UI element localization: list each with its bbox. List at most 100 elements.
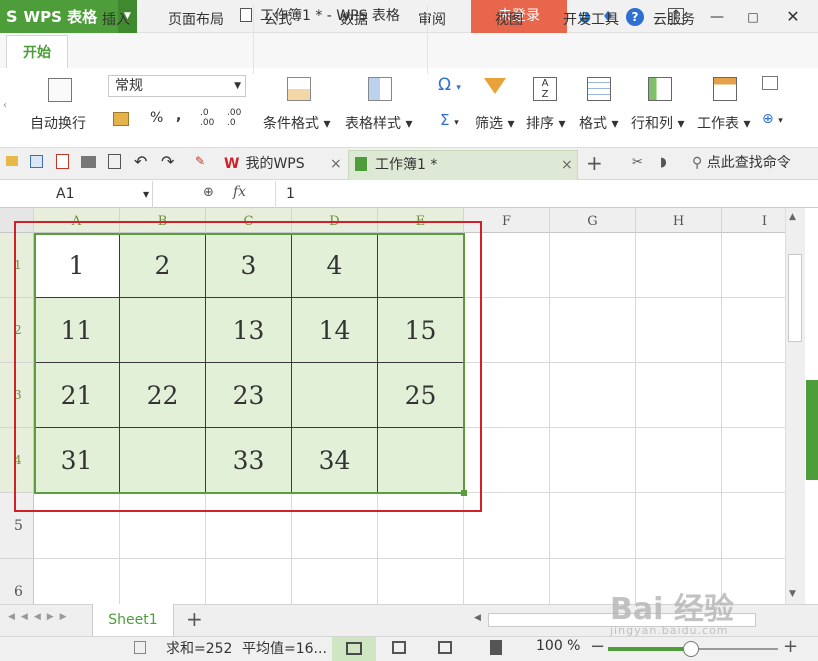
- print-icon[interactable]: [81, 156, 96, 168]
- sheet-tab[interactable]: Sheet1: [92, 604, 174, 636]
- ribbon-scroll-left-icon[interactable]: ‹: [3, 100, 7, 111]
- tab-formulas[interactable]: 公式: [258, 0, 298, 35]
- tab-developer[interactable]: 开发工具: [555, 0, 627, 35]
- empty-cell[interactable]: [722, 363, 785, 428]
- empty-cell[interactable]: [636, 363, 722, 428]
- filter-icon: [484, 78, 506, 94]
- empty-cell[interactable]: [550, 363, 636, 428]
- empty-cell[interactable]: [120, 559, 206, 604]
- column-header[interactable]: I: [722, 208, 785, 233]
- wrap-text-button[interactable]: 自动换行: [30, 113, 86, 133]
- zoom-search-icon[interactable]: ⊕: [203, 185, 214, 200]
- zoom-out-icon[interactable]: −: [590, 636, 605, 657]
- empty-cell[interactable]: [550, 298, 636, 363]
- formula-input[interactable]: 1: [275, 181, 815, 208]
- help-icon[interactable]: ?: [626, 8, 644, 26]
- conditional-format-button[interactable]: 条件格式 ▾: [263, 113, 330, 133]
- sheet-nav-icons[interactable]: ◀◀◀▶▶: [8, 612, 73, 622]
- tab-home[interactable]: 开始: [6, 35, 68, 68]
- page-view-icon[interactable]: [392, 641, 406, 654]
- filter-button[interactable]: 筛选 ▾: [475, 113, 514, 133]
- freeze-pane-icon[interactable]: [762, 76, 778, 90]
- reading-mode-icon[interactable]: [490, 640, 502, 655]
- empty-cell[interactable]: [722, 493, 785, 559]
- empty-cell[interactable]: [722, 298, 785, 363]
- save-icon[interactable]: [30, 155, 43, 168]
- number-format-select[interactable]: 常规 ▼: [108, 75, 246, 97]
- tab-my-wps[interactable]: W 我的WPS ×: [218, 150, 346, 179]
- tab-close-icon[interactable]: ×: [561, 151, 573, 179]
- undo-icon[interactable]: ↶: [134, 152, 147, 171]
- autosum-button[interactable]: Σ ▾: [440, 111, 459, 129]
- minimize-icon[interactable]: —: [708, 8, 726, 26]
- find-button[interactable]: ⊕ ▾: [762, 111, 783, 127]
- insert-function-button[interactable]: fx: [233, 184, 246, 200]
- name-box[interactable]: A1 ▼: [0, 181, 153, 208]
- vertical-scroll-thumb[interactable]: [788, 254, 802, 342]
- empty-cell[interactable]: [636, 233, 722, 298]
- symbol-button[interactable]: Ω ▾: [438, 75, 461, 95]
- tab-page-layout[interactable]: 页面布局: [160, 0, 232, 35]
- row-col-button[interactable]: 行和列 ▾: [631, 113, 684, 133]
- side-panel-toggle[interactable]: [806, 380, 818, 480]
- redo-icon[interactable]: ↷: [161, 152, 174, 171]
- currency-icon[interactable]: [113, 112, 129, 126]
- wps-w-icon: W: [224, 156, 240, 172]
- add-sheet-button[interactable]: +: [186, 607, 203, 631]
- tab-data[interactable]: 数据: [334, 0, 374, 35]
- increase-decimal-button[interactable]: .0 .00: [200, 108, 218, 128]
- empty-cell[interactable]: [292, 559, 378, 604]
- empty-cell[interactable]: [206, 559, 292, 604]
- empty-cell[interactable]: [636, 428, 722, 493]
- percent-button[interactable]: %: [150, 110, 163, 126]
- empty-cell[interactable]: [722, 233, 785, 298]
- table-style-button[interactable]: 表格样式 ▾: [345, 113, 412, 133]
- new-tab-icon[interactable]: +: [586, 151, 603, 175]
- empty-cell[interactable]: [636, 298, 722, 363]
- search-icon: ⚲: [692, 155, 703, 171]
- format-painter-icon[interactable]: ✎: [195, 154, 205, 168]
- comma-button[interactable]: ,: [176, 108, 181, 124]
- tab-workbook[interactable]: 工作簿1 * ×: [348, 150, 578, 180]
- empty-cell[interactable]: [464, 559, 550, 604]
- print-preview-icon[interactable]: [108, 154, 121, 169]
- empty-cell[interactable]: [636, 493, 722, 559]
- empty-cell[interactable]: [550, 493, 636, 559]
- scroll-up-icon[interactable]: ▲: [789, 212, 796, 222]
- scroll-left-icon[interactable]: ◀: [474, 613, 481, 623]
- format-button[interactable]: 格式 ▾: [579, 113, 618, 133]
- format-label: 格式: [579, 116, 607, 132]
- scroll-down-icon[interactable]: ▼: [789, 589, 796, 599]
- tab-review[interactable]: 审阅: [412, 0, 452, 35]
- worksheet-grid[interactable]: A B C D E F G H I 1 2 3 4 5 6 1 2 3 4 11 13 14…: [0, 208, 785, 604]
- normal-view-button[interactable]: [332, 637, 376, 661]
- column-header[interactable]: H: [636, 208, 722, 233]
- page-break-icon[interactable]: [438, 641, 452, 654]
- tab-view[interactable]: 视图: [489, 0, 529, 35]
- worksheet-button[interactable]: 工作表 ▾: [697, 113, 750, 133]
- row-header[interactable]: 6: [0, 559, 34, 604]
- tab-cloud[interactable]: 云服务: [645, 0, 703, 35]
- export-pdf-icon[interactable]: [56, 154, 69, 169]
- sort-button[interactable]: 排序 ▾: [526, 113, 565, 133]
- message-icon[interactable]: ◗: [660, 155, 667, 170]
- zoom-in-icon[interactable]: +: [783, 636, 798, 657]
- tab-insert[interactable]: 插入: [96, 0, 136, 35]
- column-header[interactable]: G: [550, 208, 636, 233]
- empty-cell[interactable]: [550, 233, 636, 298]
- empty-cell[interactable]: [722, 428, 785, 493]
- decrease-decimal-button[interactable]: .00 .0: [227, 108, 245, 128]
- open-folder-icon[interactable]: [6, 156, 18, 166]
- row-col-icon: [648, 77, 672, 101]
- close-icon[interactable]: ✕: [784, 8, 802, 26]
- tab-close-icon[interactable]: ×: [330, 150, 342, 179]
- empty-cell[interactable]: [378, 559, 464, 604]
- zoom-level[interactable]: 100 %: [536, 638, 580, 654]
- conditional-format-label: 条件格式: [263, 116, 319, 132]
- zoom-slider-fill: [608, 647, 692, 651]
- command-search[interactable]: ⚲ 点此查找命令: [692, 151, 791, 175]
- toolbar-icon[interactable]: ✂: [632, 155, 643, 170]
- empty-cell[interactable]: [550, 428, 636, 493]
- maximize-icon[interactable]: □: [744, 8, 762, 26]
- empty-cell[interactable]: [34, 559, 120, 604]
